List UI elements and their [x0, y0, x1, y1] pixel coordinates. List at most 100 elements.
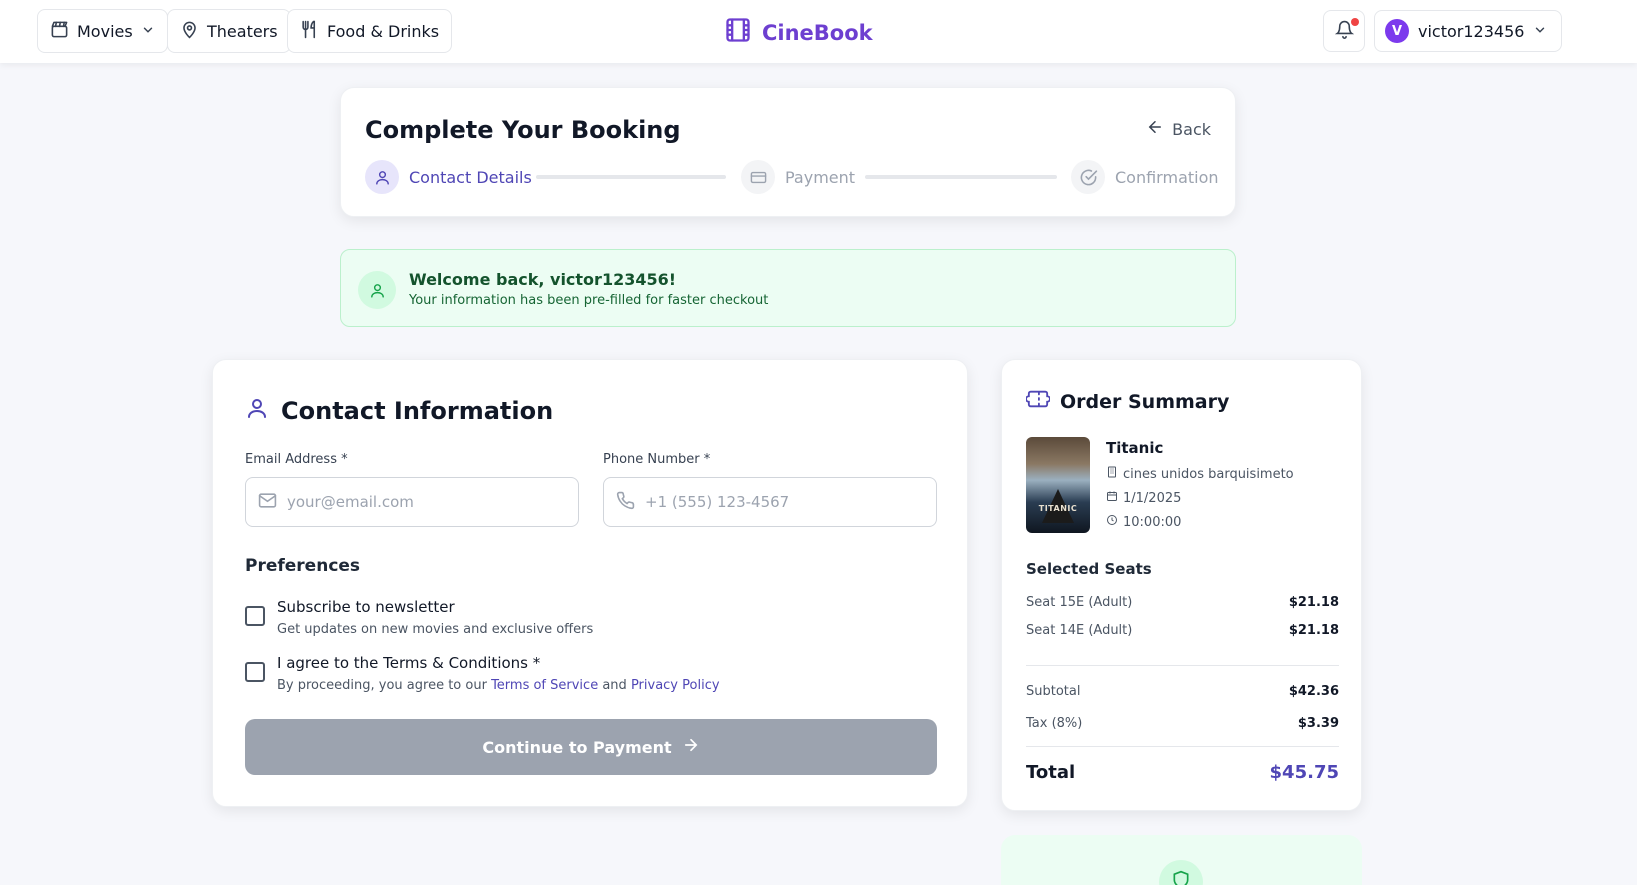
- subtotal-row: Subtotal $42.36: [1026, 684, 1339, 699]
- film-icon: [724, 16, 752, 49]
- building-icon: [1106, 466, 1118, 482]
- theater-row: cines unidos barquisimeto: [1106, 466, 1294, 482]
- contact-title: Contact Information: [245, 396, 553, 426]
- subtotal-value: $42.36: [1288, 684, 1339, 699]
- brand-name: CineBook: [762, 20, 873, 45]
- step-payment: Payment: [741, 160, 855, 194]
- seat-row: Seat 14E (Adult) $21.18: [1026, 623, 1339, 638]
- username-label: victor123456: [1418, 21, 1525, 41]
- terms-description: By proceeding, you agree to our Terms of…: [277, 678, 720, 693]
- ticket-icon: [1025, 388, 1051, 415]
- selected-seats-heading: Selected Seats: [1026, 560, 1152, 578]
- welcome-banner: Welcome back, victor123456! Your informa…: [340, 249, 1236, 327]
- top-navbar: Movies Theaters Food & Drinks CineBook V…: [0, 0, 1637, 63]
- user-icon: [365, 160, 399, 194]
- arrow-left-icon: [1146, 118, 1164, 140]
- order-summary-title: Order Summary: [1025, 388, 1230, 415]
- brand-logo[interactable]: CineBook: [724, 16, 873, 49]
- nav-food-button[interactable]: Food & Drinks: [287, 9, 453, 53]
- time-row: 10:00:00: [1106, 514, 1181, 530]
- step-label: Payment: [785, 167, 856, 187]
- user-menu-button[interactable]: V victor123456: [1374, 10, 1563, 52]
- date-row: 1/1/2025: [1106, 490, 1181, 506]
- user-icon: [358, 271, 396, 309]
- tax-label: Tax (8%): [1026, 716, 1083, 731]
- phone-icon: [616, 491, 635, 514]
- page-title: Complete Your Booking: [365, 116, 681, 144]
- user-icon: [245, 396, 269, 426]
- email-input[interactable]: [287, 493, 566, 511]
- nav-food-label: Food & Drinks: [327, 21, 440, 41]
- privacy-policy-link[interactable]: Privacy Policy: [631, 678, 720, 693]
- email-field-wrapper: [245, 477, 579, 527]
- clapperboard-icon: [50, 20, 69, 43]
- terms-of-service-link[interactable]: Terms of Service: [491, 678, 598, 693]
- tax-row: Tax (8%) $3.39: [1026, 716, 1339, 731]
- terms-checkbox[interactable]: [245, 662, 265, 682]
- step-label: Confirmation: [1115, 167, 1219, 187]
- welcome-title: Welcome back, victor123456!: [409, 270, 677, 289]
- continue-label: Continue to Payment: [482, 737, 672, 757]
- phone-field-wrapper: [603, 477, 937, 527]
- divider: [1026, 665, 1339, 666]
- newsletter-label: Subscribe to newsletter: [277, 598, 455, 616]
- chevron-down-icon: [141, 22, 155, 41]
- seat-label: Seat 15E (Adult): [1026, 595, 1133, 610]
- phone-input[interactable]: [645, 493, 924, 511]
- preferences-heading: Preferences: [245, 556, 361, 576]
- divider: [1026, 746, 1339, 747]
- check-circle-icon: [1071, 160, 1105, 194]
- movie-title: Titanic: [1106, 439, 1164, 457]
- continue-to-payment-button[interactable]: Continue to Payment: [245, 719, 937, 775]
- seat-row: Seat 15E (Adult) $21.18: [1026, 595, 1339, 610]
- step-contact-details: Contact Details: [365, 160, 532, 194]
- nav-movies-button[interactable]: Movies: [37, 9, 168, 53]
- back-label: Back: [1172, 119, 1211, 139]
- newsletter-description: Get updates on new movies and exclusive …: [277, 622, 594, 637]
- nav-movies-label: Movies: [77, 21, 133, 41]
- seat-price: $21.18: [1288, 595, 1339, 610]
- welcome-subtitle: Your information has been pre-filled for…: [409, 293, 769, 308]
- total-row: Total $45.75: [1026, 762, 1339, 783]
- terms-label: I agree to the Terms & Conditions *: [277, 654, 541, 672]
- map-pin-icon: [180, 20, 199, 43]
- contact-title-text: Contact Information: [281, 397, 554, 425]
- tax-value: $3.39: [1297, 716, 1339, 731]
- movie-poster: TITANIC: [1026, 437, 1090, 533]
- contact-information-card: Contact Information Email Address * Phon…: [212, 359, 968, 807]
- nav-theaters-button[interactable]: Theaters: [167, 9, 291, 53]
- total-label: Total: [1026, 762, 1076, 783]
- step-confirmation: Confirmation: [1071, 160, 1219, 194]
- calendar-icon: [1106, 490, 1118, 506]
- seat-label: Seat 14E (Adult): [1026, 623, 1133, 638]
- booking-progress-card: Complete Your Booking Back Contact Detai…: [340, 87, 1236, 217]
- step-label: Contact Details: [409, 167, 532, 187]
- mail-icon: [258, 491, 277, 514]
- poster-title-text: TITANIC: [1038, 504, 1078, 513]
- back-button[interactable]: Back: [1146, 118, 1211, 140]
- email-label: Email Address *: [245, 452, 348, 467]
- phone-label: Phone Number *: [603, 452, 711, 467]
- credit-card-icon: [741, 160, 775, 194]
- total-value: $45.75: [1269, 762, 1339, 783]
- arrow-right-icon: [682, 736, 700, 758]
- step-connector: [865, 175, 1057, 179]
- terms-prefix: By proceeding, you agree to our: [277, 678, 487, 693]
- notifications-button[interactable]: [1323, 10, 1365, 52]
- seat-price: $21.18: [1288, 623, 1339, 638]
- notification-dot: [1351, 18, 1359, 26]
- theater-name: cines unidos barquisimeto: [1123, 466, 1294, 482]
- terms-and: and: [602, 678, 627, 693]
- shield-icon: [1159, 860, 1203, 885]
- utensils-icon: [300, 20, 319, 43]
- subtotal-label: Subtotal: [1026, 684, 1081, 699]
- secure-checkout-card: [1001, 835, 1362, 885]
- step-connector: [536, 175, 726, 179]
- chevron-down-icon: [1533, 22, 1547, 41]
- clock-icon: [1106, 514, 1118, 530]
- show-date: 1/1/2025: [1123, 490, 1182, 506]
- avatar: V: [1385, 19, 1409, 43]
- newsletter-checkbox[interactable]: [245, 606, 265, 626]
- order-summary-title-text: Order Summary: [1060, 390, 1230, 413]
- nav-theaters-label: Theaters: [207, 21, 278, 41]
